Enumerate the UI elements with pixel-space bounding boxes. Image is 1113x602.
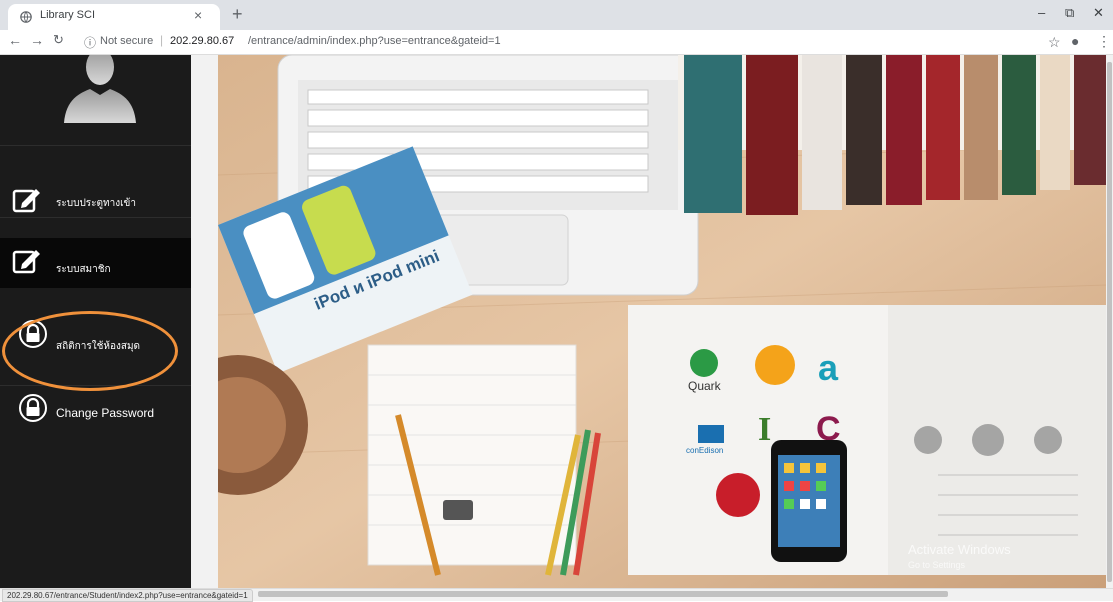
content-gutter: [191, 55, 218, 588]
activate-windows-subtext: Go to Settings: [908, 560, 966, 570]
address-toolbar: ← → ↻ ⓘ Not secure | 202.29.80.67 /entra…: [0, 30, 1113, 55]
desk-photo: iPod и iPod mini Quark a conEdison I C: [218, 55, 1106, 588]
globe-icon: [20, 11, 32, 23]
new-tab-button[interactable]: +: [232, 4, 243, 25]
minimize-button[interactable]: –: [1038, 5, 1045, 20]
lock-icon: [19, 320, 47, 348]
sidebar-divider: [0, 145, 191, 146]
forward-arrow-icon[interactable]: →: [30, 32, 44, 48]
user-avatar: [64, 55, 136, 123]
sidebar-item-label: ระบบประตูทางเข้า: [56, 198, 136, 209]
sidebar-item-label: สถิติการใช้ห้องสมุด: [56, 341, 141, 352]
horizontal-scroll-thumb[interactable]: [258, 591, 948, 597]
notepad-image: [367, 344, 601, 576]
url-field[interactable]: ⓘ Not secure | 202.29.80.67 /entrance/ad…: [84, 32, 1024, 52]
reload-icon[interactable]: ↻: [53, 32, 64, 48]
sidebar-item-label: Change Password: [56, 406, 155, 420]
sidebar-item-change-password[interactable]: Change Password: [0, 385, 191, 435]
hero-image: iPod и iPod mini Quark a conEdison I C: [218, 55, 1106, 588]
url-host: 202.29.80.67: [170, 35, 235, 47]
security-status: Not secure: [100, 35, 154, 47]
phone-image: [771, 440, 847, 562]
activate-windows-watermark: Activate Windows: [908, 542, 1011, 557]
account-icon[interactable]: ●: [1071, 33, 1079, 49]
status-url: 202.29.80.67/entrance/Student/index2.php…: [2, 589, 253, 602]
close-window-button[interactable]: ✕: [1093, 5, 1104, 21]
svg-text:I: I: [758, 411, 771, 448]
open-book-image: Quark a conEdison I C: [628, 305, 1106, 575]
info-icon[interactable]: ⓘ: [84, 34, 96, 51]
tab-strip: Library SCI × + – ⧉ ✕: [0, 0, 1113, 30]
sidebar-item-label: ระบบสมาชิก: [56, 264, 111, 275]
lock-icon: [19, 394, 47, 422]
conedison-logo: conEdison: [686, 446, 723, 455]
sidebar-item-library-stats[interactable]: สถิติการใช้ห้องสมุด: [0, 317, 191, 367]
url-divider: |: [160, 33, 164, 47]
quark-logo: Quark: [688, 379, 722, 393]
menu-kebab-icon[interactable]: ⋮: [1097, 33, 1111, 50]
sidebar-item-members[interactable]: ระบบสมาชิก: [0, 238, 191, 288]
tab-title: Library SCI: [40, 9, 96, 21]
tab-close-button[interactable]: ×: [194, 7, 202, 23]
bookmark-star-icon[interactable]: ☆: [1048, 34, 1061, 51]
back-arrow-icon[interactable]: ←: [8, 32, 22, 48]
edit-icon: [12, 189, 40, 213]
svg-text:a: a: [818, 347, 839, 388]
sidebar-divider: [0, 217, 191, 218]
url-path: /entrance/admin/index.php?use=entrance&g…: [248, 35, 501, 47]
browser-tab[interactable]: Library SCI ×: [8, 4, 220, 30]
edit-icon: [12, 250, 40, 274]
restore-button[interactable]: ⧉: [1065, 5, 1074, 21]
sidebar: ระบบประตูทางเข้า ระบบสมาชิก สถิติการใช้ห…: [0, 55, 191, 588]
vertical-scroll-thumb[interactable]: [1107, 62, 1112, 582]
